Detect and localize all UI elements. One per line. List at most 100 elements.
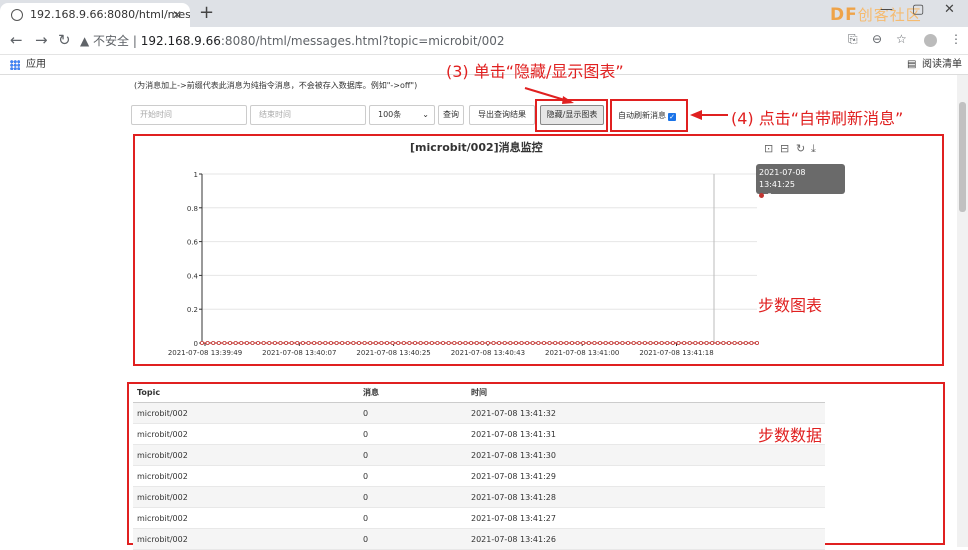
end-time-input[interactable]: 结束时间: [250, 105, 366, 125]
warning-icon: ▲: [80, 34, 94, 48]
data-point: [743, 340, 748, 345]
header-time: 时间: [471, 388, 487, 397]
data-point: [738, 340, 743, 345]
y-tick-label: 0.8: [187, 205, 198, 213]
menu-dots-icon[interactable]: ⋮: [950, 32, 962, 46]
translate-icon[interactable]: ⎘: [848, 32, 858, 47]
data-point: [362, 340, 367, 345]
data-point: [575, 340, 580, 345]
chevron-down-icon: ⌄: [422, 110, 429, 119]
data-point: [429, 340, 434, 345]
count-select[interactable]: 100条 ⌄: [369, 105, 435, 125]
data-point: [603, 340, 608, 345]
header-topic: Topic: [137, 388, 161, 397]
data-point: [250, 340, 255, 345]
query-button[interactable]: 查询: [438, 105, 464, 125]
apps-grid-icon[interactable]: [10, 60, 20, 70]
data-point: [586, 340, 591, 345]
data-point: [323, 340, 328, 345]
data-point: [670, 340, 675, 345]
data-point: [541, 340, 546, 345]
data-point: [284, 340, 289, 345]
zoom-icon[interactable]: ⊡: [764, 142, 773, 155]
data-point: [441, 340, 446, 345]
browser-tab-bar: 192.168.9.66:8080/html/messa ✕ + DF创客社区 …: [0, 0, 968, 27]
header-message: 消息: [363, 388, 379, 397]
data-point: [626, 340, 631, 345]
browser-tab[interactable]: 192.168.9.66:8080/html/messa ✕: [0, 3, 190, 27]
url-host: 192.168.9.66: [140, 34, 221, 48]
data-point: [536, 340, 541, 345]
table-header-row: Topic 消息 时间: [133, 384, 825, 403]
export-button[interactable]: 导出查询结果: [469, 105, 535, 125]
data-point: [256, 340, 261, 345]
data-point: [693, 340, 698, 345]
url-path: :8080/html/messages.html?topic=microbit/…: [220, 34, 505, 48]
scrollbar-thumb[interactable]: [959, 102, 966, 212]
data-point: [205, 340, 210, 345]
y-tick-label: 1: [194, 171, 198, 179]
data-point: [508, 340, 513, 345]
data-point: [614, 340, 619, 345]
data-point: [216, 340, 221, 345]
profile-avatar-icon[interactable]: [924, 34, 937, 47]
data-point: [401, 340, 406, 345]
data-point: [485, 340, 490, 345]
table-row: microbit/002 0 2021-07-08 13:41:29: [133, 466, 825, 487]
url-field[interactable]: ▲ 不安全 | 192.168.9.66:8080/html/messages.…: [80, 30, 860, 52]
chart-plot[interactable]: 0 0.2 0.4 0.6 0.8 1 2021-07-08 13:39:49 2021-07…: [140, 160, 765, 360]
refresh-icon[interactable]: ↻: [796, 142, 805, 155]
data-point: [558, 340, 563, 345]
data-point: [278, 340, 283, 345]
data-point: [390, 340, 395, 345]
data-point: [654, 340, 659, 345]
data-point: [351, 340, 356, 345]
bookmark-apps[interactable]: 应用: [26, 55, 46, 75]
data-point: [581, 340, 586, 345]
data-point: [631, 340, 636, 345]
x-tick-label: 2021-07-08 13:40:07: [262, 349, 336, 357]
globe-icon: [11, 9, 23, 21]
data-point: [228, 340, 233, 345]
data-point: [665, 340, 670, 345]
x-tick-label: 2021-07-08 13:40:43: [451, 349, 525, 357]
hint-text: (为消息加上->前缀代表此消息为纯指令消息，不会被存入数据库。例如"->off"…: [134, 81, 418, 90]
data-point: [715, 340, 720, 345]
start-time-input[interactable]: 开始时间: [131, 105, 247, 125]
close-window-icon[interactable]: ✕: [944, 2, 955, 17]
zoom-icon[interactable]: ⊖: [872, 32, 882, 46]
close-icon[interactable]: ✕: [172, 3, 182, 27]
new-tab-button[interactable]: +: [199, 3, 214, 23]
data-point: [676, 340, 681, 345]
data-point: [384, 340, 389, 345]
table-row: microbit/002 0 2021-07-08 13:41:31: [133, 424, 825, 445]
data-point: [267, 340, 272, 345]
page-scrollbar[interactable]: [957, 75, 968, 547]
data-point: [356, 340, 361, 345]
data-point: [642, 340, 647, 345]
data-point: [452, 340, 457, 345]
tooltip-time: 2021-07-08 13:41:25: [759, 168, 806, 189]
reading-list-icon[interactable]: ▤: [907, 55, 916, 75]
data-point: [368, 340, 373, 345]
tooltip-value: 0: [767, 192, 773, 201]
data-point: [687, 340, 692, 345]
df-logo: DF创客社区: [830, 5, 922, 25]
chart-tooltip: 2021-07-08 13:41:25 0: [756, 164, 845, 201]
data-point: [295, 340, 300, 345]
forward-arrow-icon[interactable]: →: [35, 31, 48, 49]
y-tick-label: 0: [194, 340, 198, 348]
annotation-data-label: 步数数据: [758, 426, 823, 445]
bookmark-star-icon[interactable]: ☆: [896, 32, 907, 46]
minimize-icon[interactable]: —: [880, 2, 893, 17]
data-point: [334, 340, 339, 345]
download-icon[interactable]: ⤓: [811, 142, 816, 156]
data-point: [424, 340, 429, 345]
reading-list[interactable]: 阅读清单: [922, 55, 962, 75]
maximize-icon[interactable]: ▢: [912, 2, 924, 17]
reload-icon[interactable]: ↻: [58, 31, 71, 49]
back-arrow-icon[interactable]: ←: [10, 31, 23, 49]
zoom-reset-icon[interactable]: ⊟: [780, 142, 789, 155]
annotation-chart-label: 步数图表: [758, 296, 823, 315]
data-point: [682, 340, 687, 345]
